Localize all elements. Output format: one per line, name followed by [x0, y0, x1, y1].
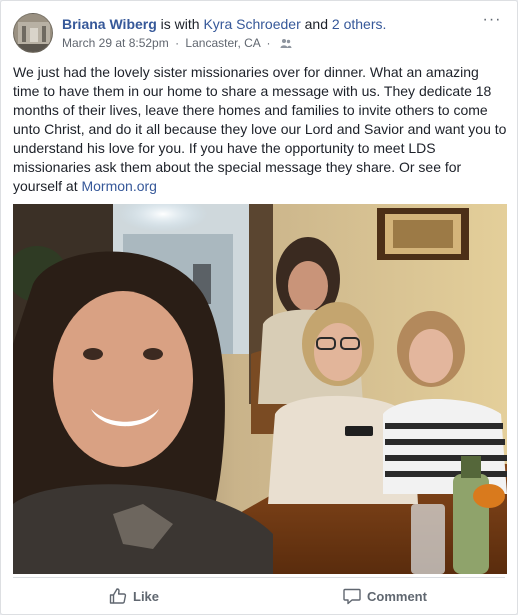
- comment-icon: [343, 588, 361, 605]
- more-icon[interactable]: ···: [481, 12, 503, 31]
- post-photo[interactable]: [13, 204, 507, 574]
- others-link[interactable]: 2 others.: [332, 16, 386, 32]
- with-text: is with: [160, 16, 200, 32]
- post-timestamp[interactable]: March 29 at 8:52pm: [62, 36, 169, 50]
- comment-button[interactable]: Comment: [343, 582, 427, 610]
- like-button[interactable]: Like: [109, 582, 159, 610]
- post-card: Briana Wiberg is with Kyra Schroeder and…: [0, 0, 518, 615]
- author-name-link[interactable]: Briana Wiberg: [62, 16, 157, 32]
- like-label: Like: [133, 588, 160, 604]
- tagged-friend-link[interactable]: Kyra Schroeder: [203, 16, 300, 32]
- photo-image: [13, 204, 507, 574]
- post-actions: Like Comment: [13, 577, 505, 611]
- like-icon: [109, 588, 127, 604]
- comment-label: Comment: [367, 588, 427, 604]
- meta-separator: ·: [266, 36, 271, 50]
- post-text: We just had the lovely sister missionari…: [13, 63, 507, 196]
- and-text: and: [304, 16, 328, 32]
- author-line: Briana Wiberg is with Kyra Schroeder and…: [62, 14, 475, 34]
- author-avatar[interactable]: [13, 13, 53, 53]
- avatar-image: [14, 14, 52, 52]
- meta-separator: ·: [175, 36, 180, 50]
- mormon-org-link[interactable]: Mormon.org: [81, 178, 156, 194]
- friends-icon[interactable]: [280, 36, 292, 54]
- header-text: Briana Wiberg is with Kyra Schroeder and…: [62, 14, 475, 54]
- post-message: We just had the lovely sister missionari…: [13, 64, 507, 194]
- post-header: Briana Wiberg is with Kyra Schroeder and…: [13, 12, 505, 57]
- post-meta: March 29 at 8:52pm · Lancaster, CA ·: [62, 34, 475, 54]
- post-location[interactable]: Lancaster, CA: [185, 36, 260, 50]
